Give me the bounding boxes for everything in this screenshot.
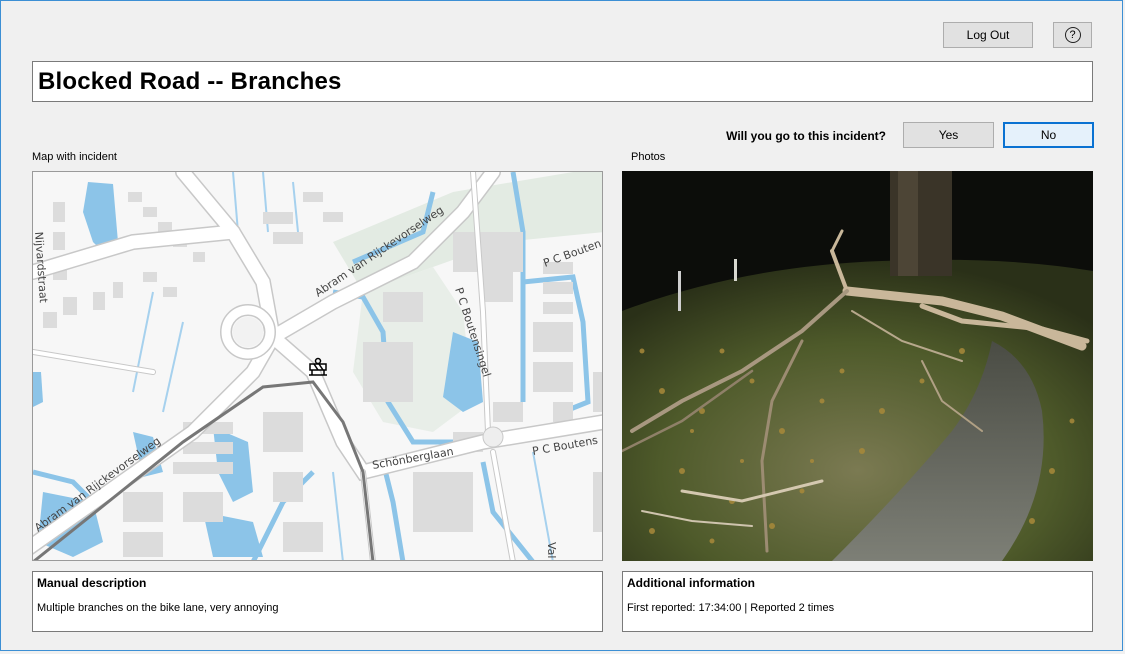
additional-info-title: Additional information — [627, 576, 755, 590]
map-label-val: Val — [545, 542, 558, 558]
incident-map[interactable]: Abram van Rijckevorselweg Abram van Rijc… — [32, 171, 603, 561]
map-canvas: Abram van Rijckevorselweg Abram van Rijc… — [33, 172, 602, 560]
photo-canvas — [622, 171, 1093, 561]
photos-section-label: Photos — [631, 151, 666, 163]
attend-question: Will you go to this incident? — [726, 129, 886, 143]
map-section-label: Map with incident — [32, 151, 117, 163]
help-icon: ? — [1064, 27, 1081, 43]
help-button[interactable]: ? — [1053, 22, 1092, 48]
incident-photo[interactable] — [622, 171, 1093, 561]
manual-description-title: Manual description — [37, 576, 147, 590]
logout-button[interactable]: Log Out — [943, 22, 1033, 48]
manual-description-panel: Manual description Multiple branches on … — [32, 571, 603, 632]
no-button[interactable]: No — [1003, 122, 1094, 148]
additional-info-panel: Additional information First reported: 1… — [622, 571, 1093, 632]
yes-button[interactable]: Yes — [903, 122, 994, 148]
manual-description-text: Multiple branches on the bike lane, very… — [37, 602, 279, 614]
additional-info-text: First reported: 17:34:00 | Reported 2 ti… — [627, 602, 835, 614]
incident-title: Blocked Road -- Branches — [32, 61, 1093, 102]
